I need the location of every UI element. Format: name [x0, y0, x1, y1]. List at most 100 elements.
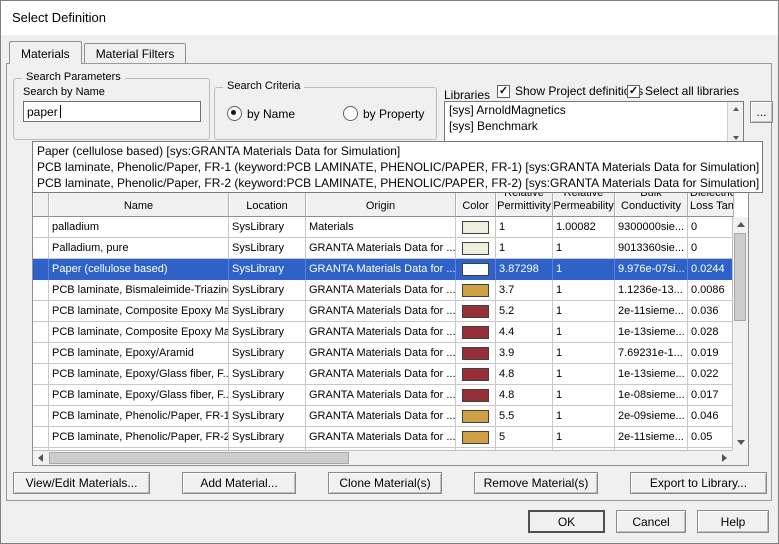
cell-conductivity: 9013360sie...	[615, 238, 688, 259]
libraries-list[interactable]: [sys] ArnoldMagnetics [sys] Benchmark	[444, 101, 744, 145]
search-criteria-group: Search Criteria by Name by Property	[214, 80, 437, 140]
color-swatch	[462, 346, 489, 360]
cell-conductivity: 1e-13sieme...	[615, 322, 688, 343]
search-by-name-input[interactable]: paper	[23, 101, 201, 122]
cell-origin: GRANTA Materials Data for ...	[306, 280, 456, 301]
cell-location: SysLibrary	[229, 217, 306, 238]
scroll-left-icon[interactable]	[33, 451, 48, 465]
vertical-scrollbar-thumb[interactable]	[734, 233, 746, 321]
cell-name: PCB laminate, Phenolic/Paper, FR-2	[49, 427, 229, 448]
cell-loss: 0.028	[688, 322, 732, 343]
suggestion-item[interactable]: PCB laminate, Phenolic/Paper, FR-1 (keyw…	[33, 159, 762, 175]
table-row[interactable]: PCB laminate, Phenolic/Paper, FR-2 SysLib…	[33, 427, 732, 448]
materials-table-body: palladium SysLibrary Materials 1 1.00082 9300…	[33, 217, 732, 450]
cell-permittivity: 5.2	[496, 301, 553, 322]
table-row[interactable]: Paper (cellulose based) SysLibrary GRANTA …	[33, 259, 732, 280]
cell-location: SysLibrary	[229, 364, 306, 385]
table-row[interactable]: Palladium, pure SysLibrary GRANTA Material…	[33, 238, 732, 259]
color-cell	[456, 427, 496, 448]
select-all-libraries-checkbox[interactable]: Select all libraries	[627, 84, 739, 98]
cell-sel	[33, 280, 49, 301]
color-swatch	[462, 220, 489, 234]
cell-permeability: 1	[553, 322, 615, 343]
radio-by-property[interactable]: by Property	[343, 106, 424, 121]
radio-by-name[interactable]: by Name	[227, 106, 295, 121]
scroll-right-icon[interactable]	[717, 451, 732, 465]
scroll-up-icon[interactable]	[733, 217, 748, 232]
color-cell	[456, 217, 496, 238]
suggestion-list[interactable]: Paper (cellulose based) [sys:GRANTA Mate…	[32, 141, 763, 193]
select-all-libraries-checkbox-icon[interactable]	[627, 84, 640, 98]
table-row[interactable]: PCB laminate, Epoxy/Glass fiber, F... Sys…	[33, 364, 732, 385]
suggestion-item[interactable]: Paper (cellulose based) [sys:GRANTA Mate…	[33, 143, 762, 159]
add-material-button[interactable]: Add Material...	[182, 472, 296, 494]
color-swatch	[462, 409, 489, 423]
table-row[interactable]: PCB laminate, Composite Epoxy Ma... SysLi…	[33, 322, 732, 343]
select-definition-dialog: Select Definition Materials Material Fil…	[0, 0, 779, 544]
tab-materials[interactable]: Materials	[9, 41, 82, 64]
table-row[interactable]: PCB laminate, Phenolic/Paper, FR-1 SysLib…	[33, 406, 732, 427]
materials-tab-panel: Search Parameters Search by Name paper S…	[6, 63, 773, 501]
show-project-definitions-checkbox-icon[interactable]	[497, 84, 510, 98]
search-parameters-label: Search Parameters	[22, 71, 125, 83]
tabstrip: Materials Material Filters	[9, 40, 188, 64]
color-cell	[456, 364, 496, 385]
color-cell	[456, 322, 496, 343]
cell-permittivity: 4.8	[496, 364, 553, 385]
horizontal-scrollbar-thumb[interactable]	[49, 452, 349, 464]
footer-buttons: OK Cancel Help	[528, 510, 769, 533]
cell-permeability: 1	[553, 385, 615, 406]
cell-conductivity: 1e-13sieme...	[615, 364, 688, 385]
cell-conductivity: 2e-09sieme...	[615, 406, 688, 427]
table-row[interactable]: PCB laminate, Composite Epoxy Ma... SysLi…	[33, 301, 732, 322]
cell-origin: GRANTA Materials Data for ...	[306, 427, 456, 448]
cell-permeability: 1	[553, 259, 615, 280]
cell-name: Palladium, pure	[49, 238, 229, 259]
help-button[interactable]: Help	[697, 510, 769, 533]
radio-by-name-icon[interactable]	[227, 106, 242, 121]
libraries-list-scrollbar[interactable]	[727, 102, 743, 144]
cell-sel	[33, 364, 49, 385]
cell-permittivity: 3.9	[496, 343, 553, 364]
tab-material-filters[interactable]: Material Filters	[83, 43, 187, 63]
titlebar[interactable]: Select Definition	[1, 1, 778, 35]
search-input-value: paper	[27, 104, 58, 119]
browse-libraries-button[interactable]: ...	[750, 101, 773, 123]
search-criteria-label: Search Criteria	[223, 80, 305, 92]
clone-materials-button[interactable]: Clone Material(s)	[328, 472, 442, 494]
search-parameters-group: Search Parameters Search by Name paper	[13, 71, 210, 140]
radio-by-property-icon[interactable]	[343, 106, 358, 121]
cell-permittivity: 3.7	[496, 280, 553, 301]
show-project-definitions-checkbox[interactable]: Show Project definitions	[497, 84, 643, 98]
text-cursor-icon	[59, 105, 61, 118]
table-row[interactable]: PCB laminate, Epoxy/Aramid SysLibrary GRAN…	[33, 343, 732, 364]
table-row[interactable]: palladium SysLibrary Materials 1 1.00082 9300…	[33, 217, 732, 238]
library-item[interactable]: [sys] ArnoldMagnetics	[445, 102, 743, 118]
scroll-down-icon[interactable]	[733, 435, 748, 450]
ok-button[interactable]: OK	[528, 510, 605, 533]
cell-location: SysLibrary	[229, 301, 306, 322]
view-edit-materials-button[interactable]: View/Edit Materials...	[13, 472, 150, 494]
color-cell	[456, 385, 496, 406]
horizontal-scrollbar[interactable]	[33, 450, 732, 465]
cell-permeability: 1	[553, 343, 615, 364]
cell-permittivity: 1	[496, 238, 553, 259]
vertical-scrollbar[interactable]	[732, 217, 748, 450]
cancel-button[interactable]: Cancel	[616, 510, 686, 533]
libraries-label: Libraries	[444, 88, 491, 102]
export-to-library-button[interactable]: Export to Library...	[630, 472, 767, 494]
cell-name: PCB laminate, Epoxy/Glass fiber, F...	[49, 364, 229, 385]
scroll-up-icon[interactable]	[728, 102, 743, 115]
color-swatch	[462, 325, 489, 339]
library-item[interactable]: [sys] Benchmark	[445, 118, 743, 134]
remove-materials-button[interactable]: Remove Material(s)	[474, 472, 598, 494]
cell-conductivity: 1.1236e-13...	[615, 280, 688, 301]
table-row[interactable]: PCB laminate, Bismaleimide-Triazine SysLi…	[33, 280, 732, 301]
cell-sel	[33, 238, 49, 259]
table-row[interactable]: PCB laminate, Epoxy/Glass fiber, F... Sys…	[33, 385, 732, 406]
color-swatch	[462, 283, 489, 297]
cell-loss: 0.0086	[688, 280, 732, 301]
suggestion-item[interactable]: PCB laminate, Phenolic/Paper, FR-2 (keyw…	[33, 175, 762, 191]
cell-name: palladium	[49, 217, 229, 238]
cell-loss: 0.036	[688, 301, 732, 322]
